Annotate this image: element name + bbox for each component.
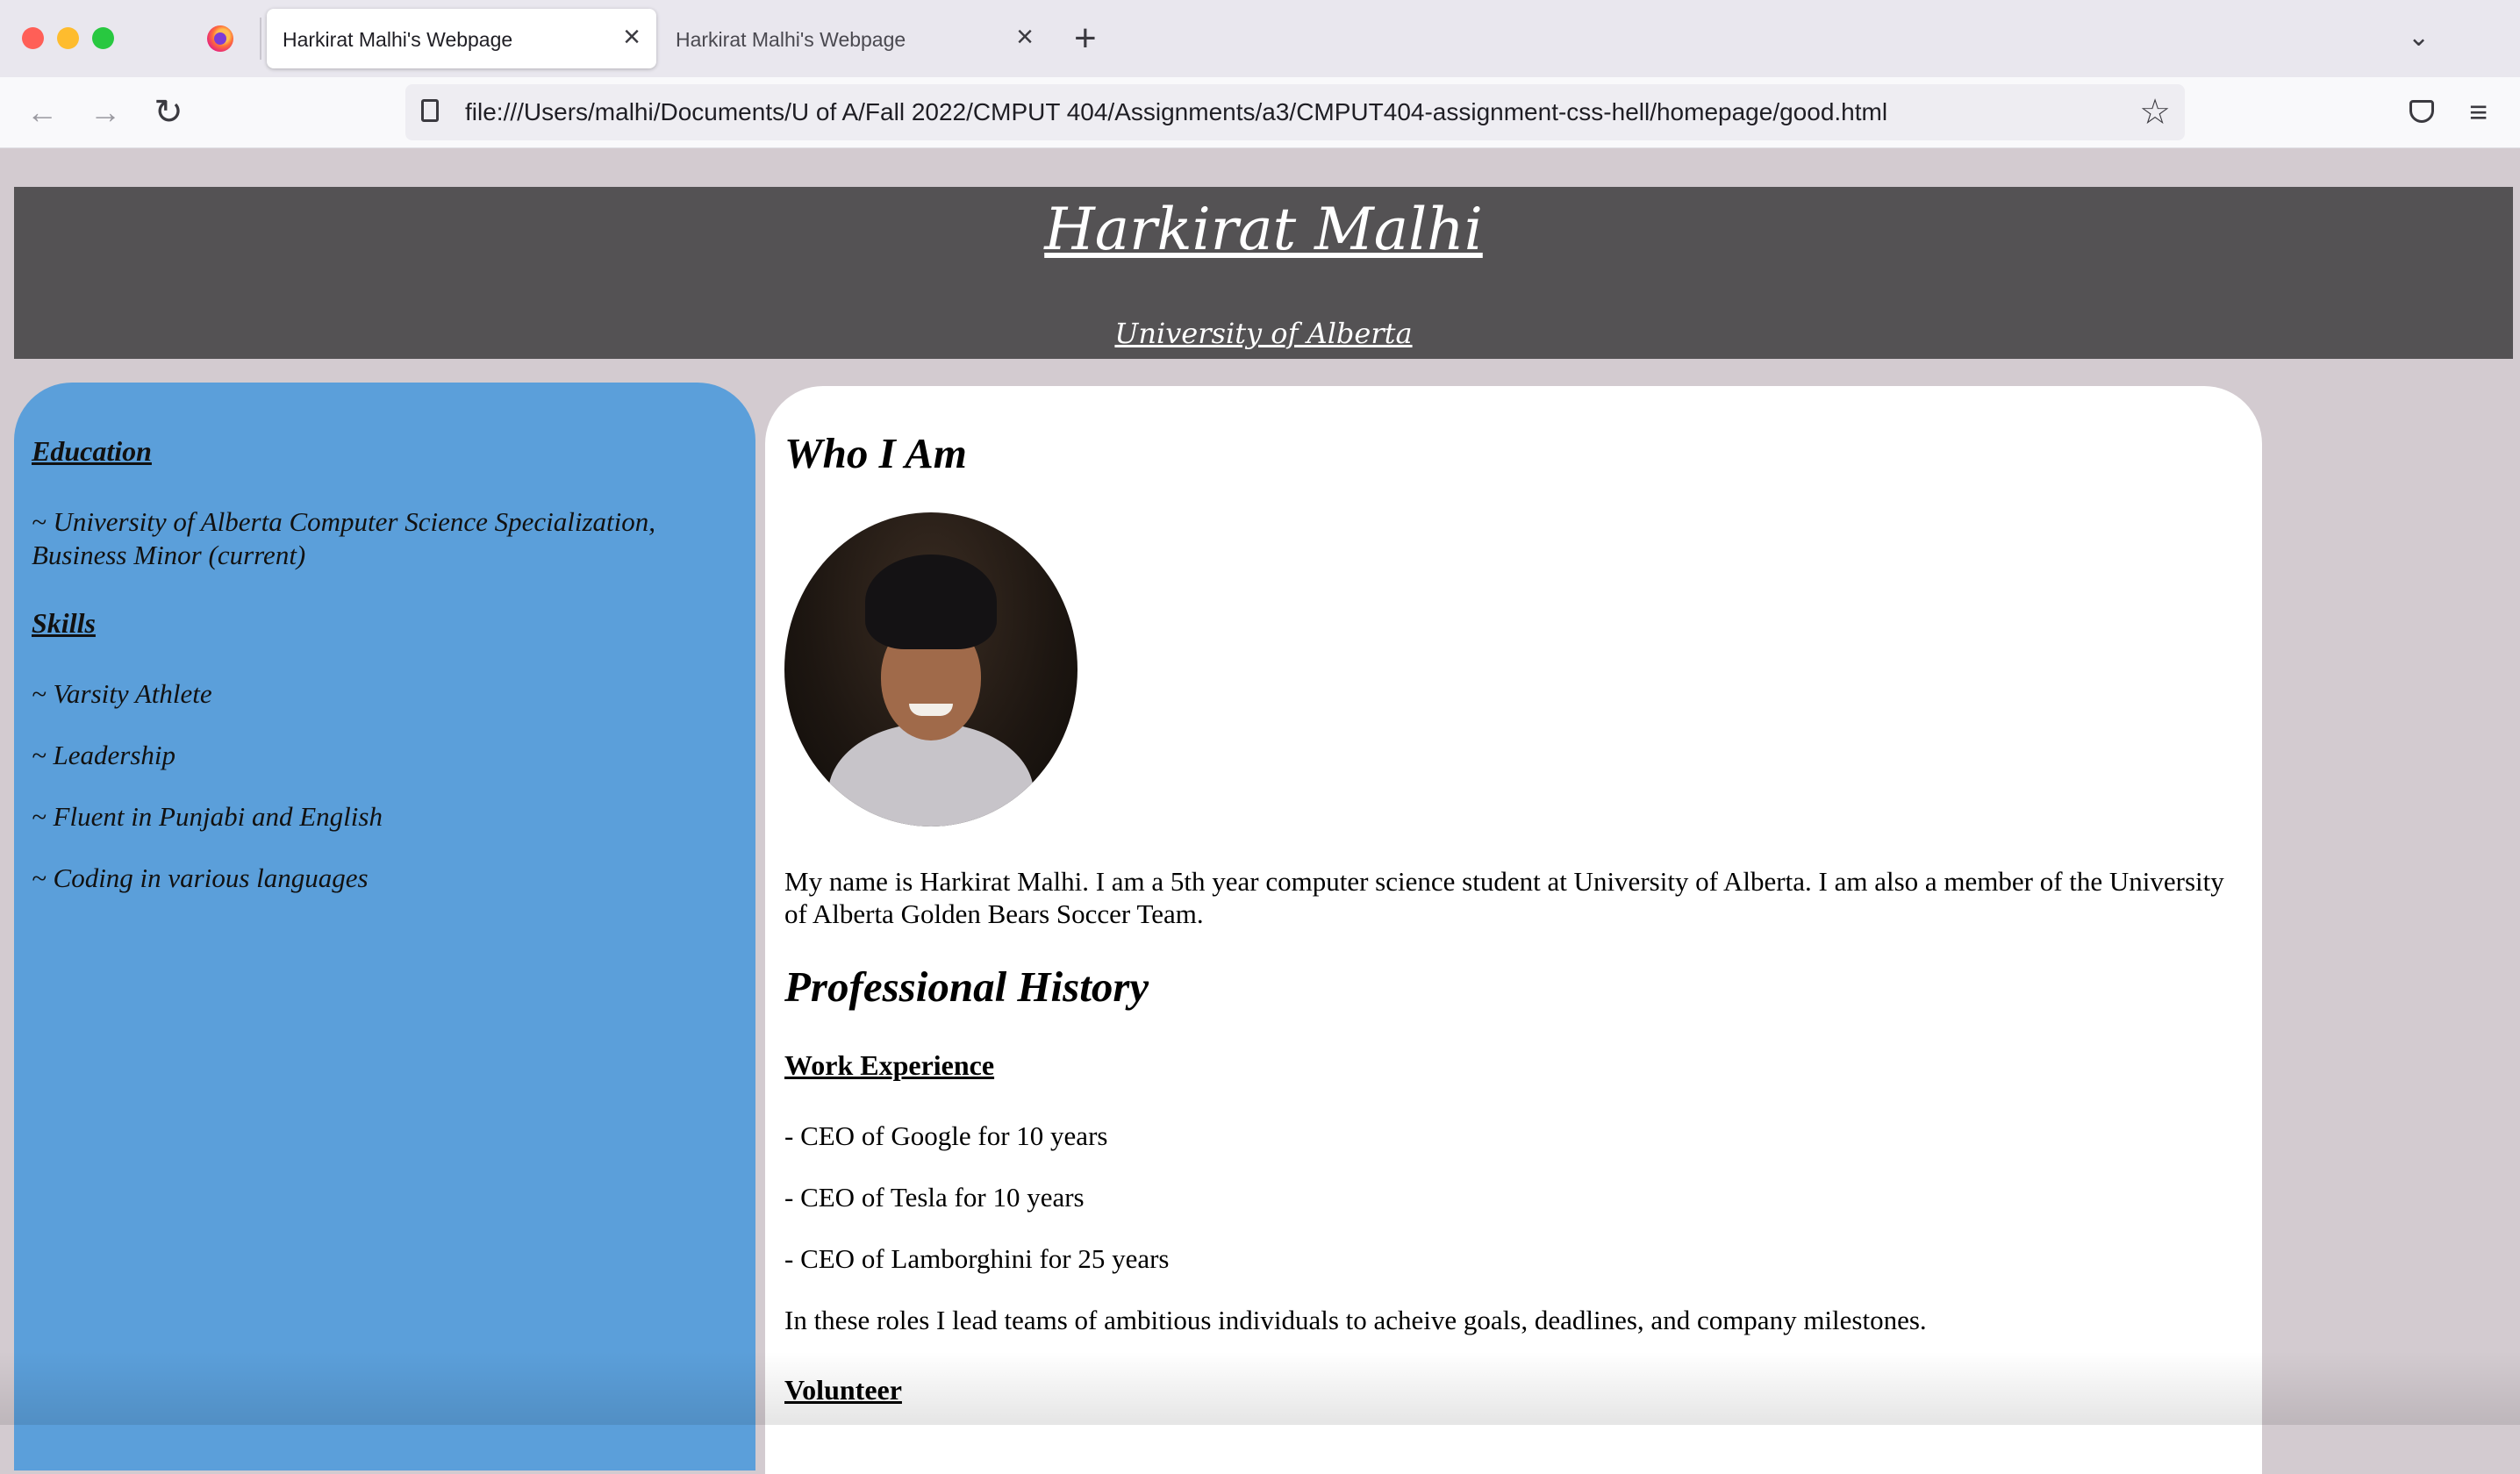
tab-title: Harkirat Malhi's Webpage (676, 28, 906, 51)
reload-icon[interactable]: ↻ (146, 89, 191, 135)
forward-icon[interactable]: → (82, 89, 128, 135)
skill-item: ~ Coding in various languages (32, 862, 369, 893)
skill-item: ~ Leadership (32, 740, 176, 770)
bio-paragraph: My name is Harkirat Malhi. I am a 5th ye… (784, 866, 2224, 929)
main-content: Who I Am My name is Harkirat Malhi. I am… (765, 386, 2262, 1474)
tab-active[interactable]: Harkirat Malhi's Webpage × (267, 9, 656, 68)
navigation-toolbar: ← → ↻ file:///Users/malhi/Documents/U of… (0, 77, 2520, 148)
work-item: - CEO of Lamborghini for 25 years (784, 1243, 1170, 1274)
education-heading: Education (32, 435, 152, 467)
list-all-tabs-icon[interactable]: ⌄ (2408, 16, 2430, 60)
firefox-icon (207, 25, 233, 52)
page-icon (421, 99, 439, 122)
roles-paragraph: In these roles I lead teams of ambitious… (784, 1305, 1927, 1335)
window-maximize-button[interactable] (92, 27, 114, 49)
skill-item: ~ Varsity Athlete (32, 678, 212, 709)
address-bar[interactable]: file:///Users/malhi/Documents/U of A/Fal… (405, 84, 2185, 140)
tab-inactive[interactable]: Harkirat Malhi's Webpage × (660, 9, 1049, 68)
window-close-button[interactable] (22, 27, 44, 49)
page-header: Harkirat Malhi University of Alberta (14, 187, 2513, 359)
who-i-am-heading: Who I Am (784, 429, 967, 477)
bookmark-star-icon[interactable]: ☆ (2139, 89, 2171, 135)
work-experience-heading: Work Experience (784, 1049, 995, 1081)
tab-close-icon[interactable]: × (623, 19, 641, 54)
page-title: Harkirat Malhi (1044, 196, 1483, 263)
tab-strip: Harkirat Malhi's Webpage × Harkirat Malh… (0, 0, 2520, 77)
tab-close-icon[interactable]: × (1016, 19, 1034, 54)
window-minimize-button[interactable] (57, 27, 79, 49)
sidebar: Education ~ University of Alberta Comput… (14, 383, 755, 1470)
menu-icon[interactable]: ≡ (2469, 93, 2488, 132)
skill-item: ~ Fluent in Punjabi and English (32, 801, 383, 832)
url-text[interactable]: file:///Users/malhi/Documents/U of A/Fal… (465, 98, 1887, 126)
photo-smile (909, 704, 953, 716)
back-icon[interactable]: ← (19, 89, 65, 135)
photo-turban (865, 555, 997, 649)
profile-photo (784, 512, 1077, 826)
tab-title: Harkirat Malhi's Webpage (283, 28, 513, 51)
professional-history-heading: Professional History (784, 962, 1149, 1011)
school-subtitle: University of Alberta (1114, 317, 1413, 350)
work-item: - CEO of Tesla for 10 years (784, 1182, 1085, 1213)
work-item: - CEO of Google for 10 years (784, 1120, 1108, 1151)
pocket-icon[interactable] (2409, 100, 2434, 123)
new-tab-icon[interactable]: + (1074, 12, 1097, 65)
volunteer-heading: Volunteer (784, 1374, 902, 1406)
education-item: ~ University of Alberta Computer Science… (32, 506, 655, 570)
tab-separator (260, 18, 261, 60)
skills-heading: Skills (32, 607, 96, 639)
